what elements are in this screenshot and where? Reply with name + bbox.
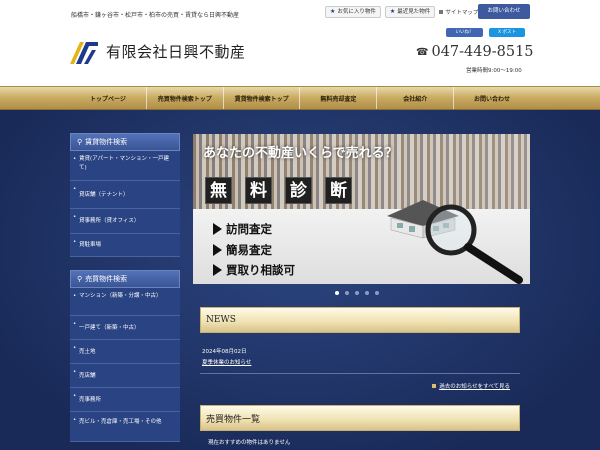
hero-banner[interactable]: あなたの不動産いくらで売れる？ 無 料 診 断 訪問査定 簡易査定 買取り相談可 (193, 134, 530, 284)
banner-bullet-2: 簡易査定 (213, 242, 272, 258)
news-date: 2024年08月02日 (202, 349, 247, 355)
company-logo-icon[interactable] (70, 40, 98, 64)
site-tagline: 船橋市・鎌ヶ谷市・松戸市・柏市の売買・賃貸なら日興不動産 (71, 12, 240, 19)
sidebar-item-sale-office[interactable]: 売事務所 (70, 388, 180, 412)
nav-sale-search[interactable]: 売買物件検索トップ (145, 87, 223, 109)
phone-text: 047-449-8515 (431, 44, 534, 60)
sidebar-item-rental-residential[interactable]: 賃貸(アパート・マンション・一戸建て) (70, 151, 180, 181)
company-name: 有限会社日興不動産 (106, 43, 246, 61)
sidebar-sale-title-text: 売買物件検索 (85, 275, 128, 283)
nav-free-appraisal[interactable]: 無料売却査定 (299, 87, 376, 109)
facebook-like-button[interactable]: いいね！ (446, 28, 483, 37)
slider-dot-1[interactable] (335, 291, 339, 295)
star-icon: ★ (330, 8, 336, 15)
slider-dot-3[interactable] (355, 291, 359, 295)
sidebar-item-rental-shop[interactable]: 貸店舗（テナント） (70, 181, 180, 209)
recent-link[interactable]: ★ 最近見た物件 (384, 6, 436, 18)
slider-dot-4[interactable] (365, 291, 369, 295)
header-contact-button[interactable]: お問い合わせ (478, 4, 530, 19)
nav-contact[interactable]: お問い合わせ (453, 87, 530, 109)
diagnosis-char-4: 断 (325, 177, 352, 204)
business-hours: 営業時間9:00～19:00 (466, 68, 522, 74)
news-more-text: 過去のお知らせをすべて見る (439, 384, 510, 390)
star-icon: ★ (389, 8, 396, 15)
phone-number[interactable]: ☎ 047-449-8515 (416, 44, 534, 60)
sitemap-link[interactable]: サイトマップ (439, 8, 478, 16)
banner-bullet-1-text: 訪問査定 (226, 222, 272, 236)
global-nav: トップページ 売買物件検索トップ 賃貸物件検索トップ 無料売却査定 会社紹介 お… (0, 86, 600, 110)
sidebar-rental-title-text: 賃貸物件検索 (85, 138, 128, 146)
sidebar-item-sale-house[interactable]: 一戸建て（新築・中古） (70, 316, 180, 340)
social-buttons: いいね！ X ポスト (446, 28, 525, 37)
sidebar-item-sale-shop[interactable]: 売店舗 (70, 364, 180, 388)
diagnosis-char-3: 診 (285, 177, 312, 204)
slider-dot-5[interactable] (375, 291, 379, 295)
square-bullet-icon (432, 384, 437, 388)
search-icon: ⚲ (77, 275, 83, 283)
site-header: 船橋市・鎌ヶ谷市・松戸市・柏市の売買・賃貸なら日興不動産 ★ お気に入り物件 ★… (0, 0, 600, 86)
recent-label: 最近見た物件 (397, 9, 431, 15)
slider-dots (335, 291, 379, 295)
news-heading: NEWS (200, 307, 520, 333)
nav-company[interactable]: 会社紹介 (376, 87, 453, 109)
banner-bullet-3: 買取り相談可 (213, 262, 295, 278)
sidebar-rental-title: ⚲ 賃貸物件検索 (70, 133, 180, 151)
sidebar-item-rental-parking[interactable]: 貸駐車場 (70, 234, 180, 257)
listings-heading: 売買物件一覧 (200, 405, 520, 431)
sidebar-item-sale-building[interactable]: 売ビル・売倉庫・売工場・その他 (70, 412, 180, 442)
top-links: ★ お気に入り物件 ★ 最近見た物件 サイトマップ (325, 6, 478, 18)
sidebar-item-sale-mansion[interactable]: マンション（新築・分譲・中古） (70, 288, 180, 316)
banner-bullet-2-text: 簡易査定 (226, 243, 272, 257)
sidebar-sale: ⚲ 売買物件検索 マンション（新築・分譲・中古） 一戸建て（新築・中古） 売土地… (70, 270, 180, 442)
listings-intro: 現在おすすめの物件はありません (208, 440, 291, 446)
sidebar-sale-title: ⚲ 売買物件検索 (70, 270, 180, 288)
news-more-link[interactable]: 過去のお知らせをすべて見る (432, 382, 510, 390)
nav-top[interactable]: トップページ (70, 87, 146, 109)
triangle-bullet-icon (213, 244, 222, 256)
sidebar-item-rental-office[interactable]: 貸事務所（貸オフィス） (70, 209, 180, 234)
slider-dot-2[interactable] (345, 291, 349, 295)
magnifier-icon (425, 204, 523, 284)
diagnosis-char-1: 無 (205, 177, 232, 204)
favorites-label: お気に入り物件 (337, 9, 376, 15)
sidebar-item-sale-land[interactable]: 売土地 (70, 340, 180, 364)
x-post-button[interactable]: X ポスト (489, 28, 525, 37)
triangle-bullet-icon (213, 223, 222, 235)
banner-bullet-1: 訪問査定 (213, 221, 272, 237)
banner-headline: あなたの不動産いくらで売れる？ (203, 146, 398, 161)
sidebar-rental: ⚲ 賃貸物件検索 賃貸(アパート・マンション・一戸建て) 貸店舗（テナント） 貸… (70, 133, 180, 257)
triangle-bullet-icon (213, 264, 222, 276)
phone-icon: ☎ (416, 46, 429, 58)
search-icon: ⚲ (77, 138, 83, 146)
diagnosis-char-2: 料 (245, 177, 272, 204)
favorites-link[interactable]: ★ お気に入り物件 (325, 6, 381, 18)
main-content: NEWS 2024年08月02日 夏季休業のお知らせ 過去のお知らせをすべて見る… (200, 307, 520, 446)
news-divider (200, 373, 520, 374)
sitemap-label: サイトマップ (445, 10, 479, 16)
news-item-link[interactable]: 夏季休業のお知らせ (202, 358, 251, 366)
square-bullet-icon (439, 10, 444, 14)
nav-rental-search[interactable]: 賃貸物件検索トップ (222, 87, 300, 109)
banner-bullet-3-text: 買取り相談可 (226, 263, 295, 277)
